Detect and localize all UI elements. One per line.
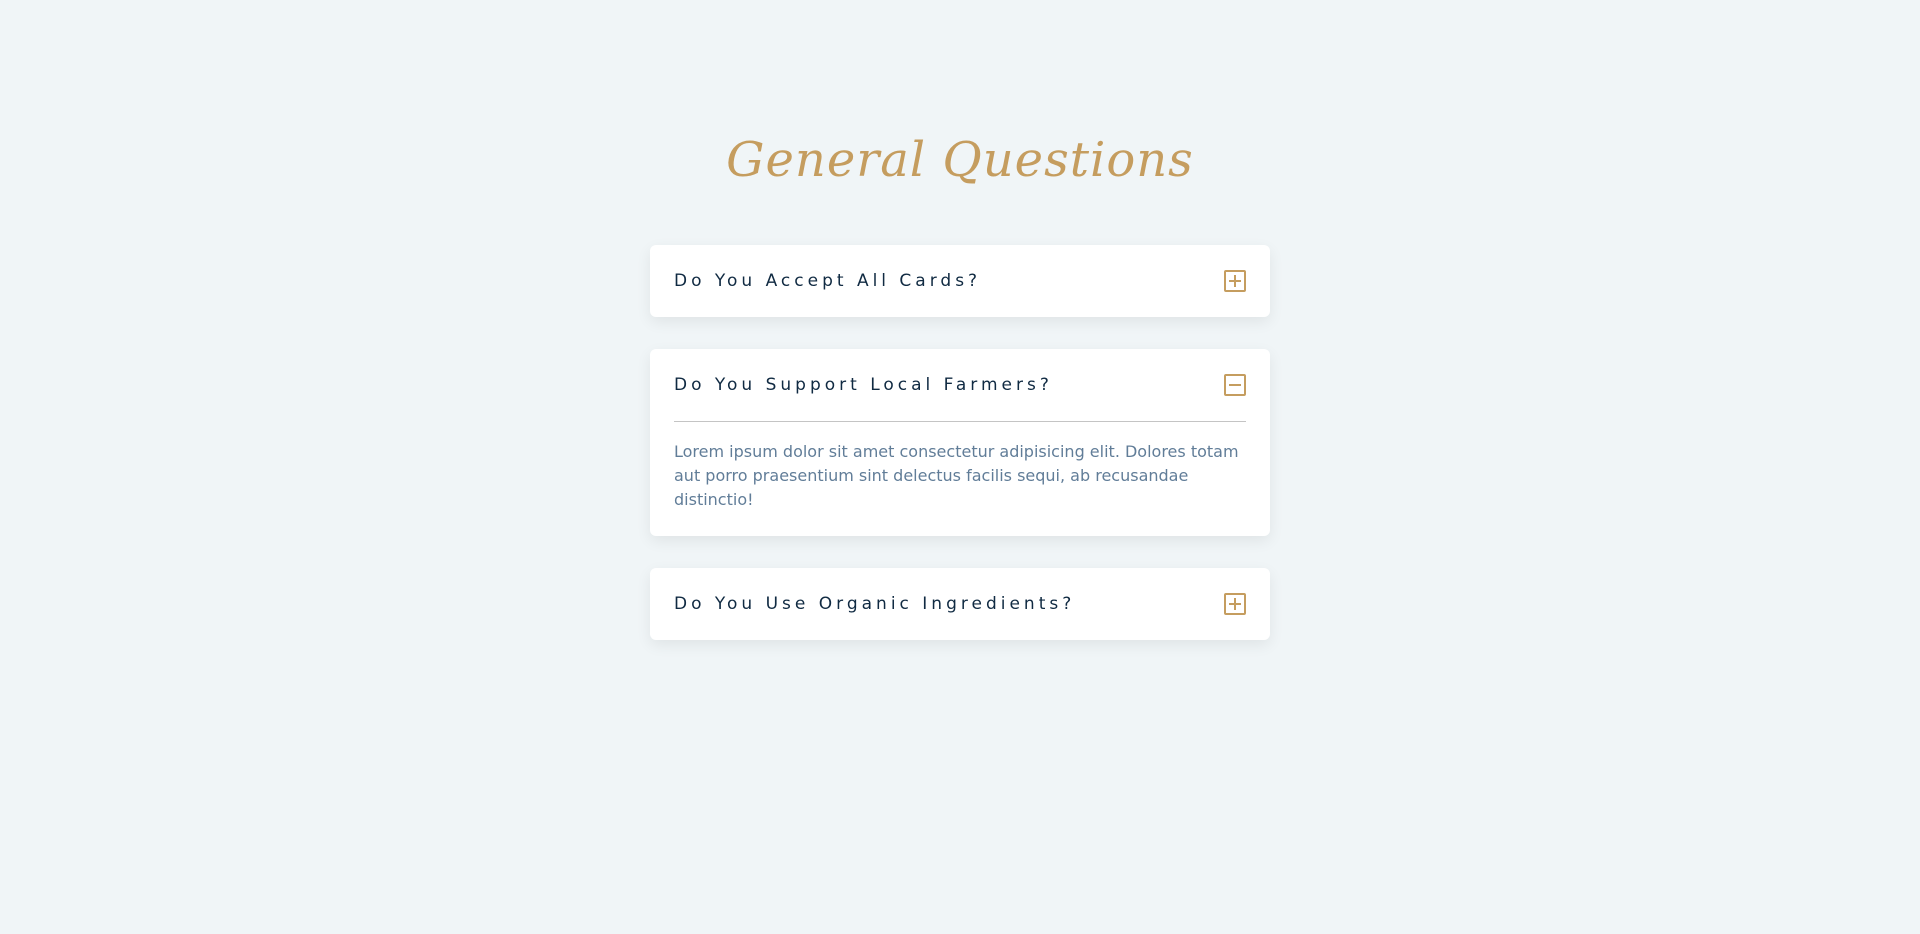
page: General Questions Do You Accept All Card… — [0, 0, 1920, 934]
faq-question: Do You Use Organic Ingredients? — [674, 594, 1076, 614]
faq-item-organic-ingredients: Do You Use Organic Ingredients? — [650, 568, 1270, 640]
faq-header[interactable]: Do You Accept All Cards? — [674, 245, 1246, 317]
faq-item-local-farmers: Do You Support Local Farmers? Lorem ipsu… — [650, 349, 1270, 536]
faq-item-accept-cards: Do You Accept All Cards? — [650, 245, 1270, 317]
faq-question: Do You Accept All Cards? — [674, 271, 982, 291]
faq-question: Do You Support Local Farmers? — [674, 375, 1053, 395]
faq-header[interactable]: Do You Use Organic Ingredients? — [674, 568, 1246, 640]
faq-answer: Lorem ipsum dolor sit amet consectetur a… — [674, 442, 1239, 509]
faq-list: Do You Accept All Cards? Do You Support … — [650, 245, 1270, 672]
plus-square-icon[interactable] — [1224, 593, 1246, 615]
plus-square-icon[interactable] — [1224, 270, 1246, 292]
faq-header[interactable]: Do You Support Local Farmers? — [674, 349, 1246, 421]
minus-square-icon[interactable] — [1224, 374, 1246, 396]
page-title: General Questions — [726, 132, 1194, 188]
faq-answer-panel: Lorem ipsum dolor sit amet consectetur a… — [674, 421, 1246, 536]
